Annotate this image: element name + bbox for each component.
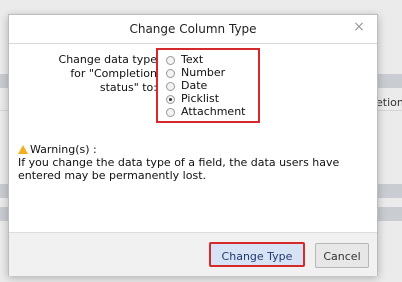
option-label: Attachment (181, 105, 246, 118)
change-type-button[interactable]: Change Type (209, 242, 305, 267)
radio-date[interactable] (166, 81, 175, 91)
warning-heading: Warning(s) : (18, 143, 370, 156)
background-column-text: etion (376, 96, 402, 109)
option-label: Text (181, 53, 204, 66)
dialog-footer: Change Type Cancel (9, 232, 377, 276)
option-text[interactable]: Text (166, 54, 203, 66)
dialog-header: Change Column Type × (9, 15, 377, 44)
warning-text: If you change the data type of a field, … (18, 156, 340, 182)
option-label: Number (181, 66, 226, 79)
radio-picklist[interactable] (166, 94, 175, 104)
option-number[interactable]: Number (166, 67, 225, 79)
warning-message: Warning(s) : If you change the data type… (18, 143, 370, 182)
cancel-button[interactable]: Cancel (315, 243, 369, 268)
data-type-options: Text Number Date Picklist Attachment (156, 48, 260, 123)
option-picklist[interactable]: Picklist (166, 93, 219, 105)
option-attachment[interactable]: Attachment (166, 106, 246, 118)
warning-icon (18, 145, 28, 154)
dialog-title: Change Column Type (129, 22, 257, 36)
warning-title: Warning(s) : (30, 143, 97, 156)
radio-text[interactable] (166, 55, 175, 65)
change-column-type-dialog: Change Column Type × Change data type fo… (8, 14, 378, 276)
radio-number[interactable] (166, 68, 175, 78)
radio-attachment[interactable] (166, 107, 175, 117)
data-type-prompt: Change data type for "Completion status"… (58, 53, 157, 94)
close-icon[interactable]: × (351, 19, 367, 35)
option-date[interactable]: Date (166, 80, 207, 92)
option-label: Date (181, 79, 208, 92)
option-label: Picklist (181, 92, 220, 105)
